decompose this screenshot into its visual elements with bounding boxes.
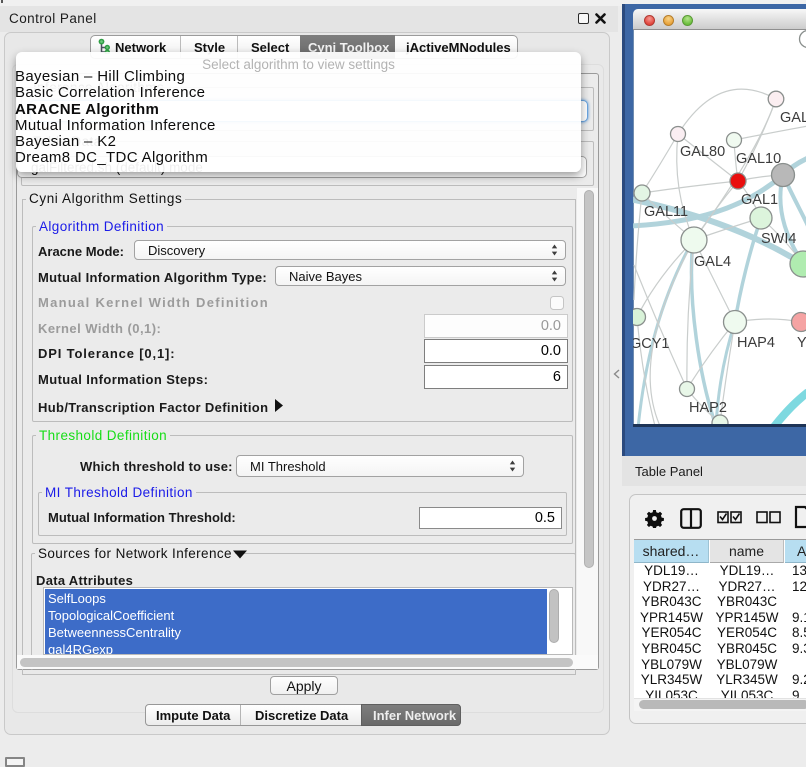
svg-text:HAP4: HAP4 — [737, 335, 775, 351]
svg-text:HAP2: HAP2 — [689, 400, 727, 416]
svg-text:GAL10: GAL10 — [736, 151, 781, 167]
svg-text:GCY1: GCY1 — [633, 336, 670, 352]
svg-text:YJ: YJ — [797, 335, 806, 351]
svg-text:GAL11: GAL11 — [644, 204, 688, 220]
svg-text:GAL7: GAL7 — [780, 110, 806, 126]
svg-text:GAL4: GAL4 — [694, 254, 731, 270]
svg-text:GAL80: GAL80 — [680, 144, 725, 160]
svg-text:SWI4: SWI4 — [761, 231, 796, 247]
svg-text:GAL1: GAL1 — [741, 192, 778, 208]
